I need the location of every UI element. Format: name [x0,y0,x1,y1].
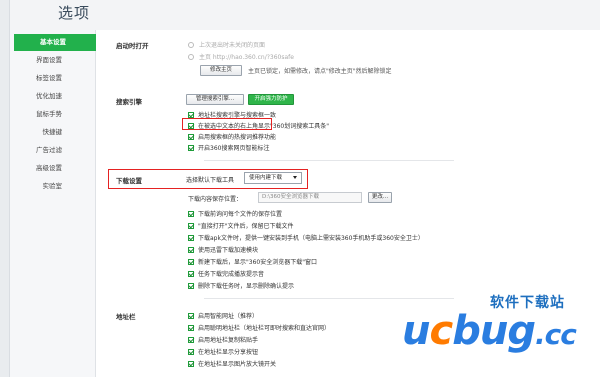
sidebar-item-shortcuts[interactable]: 快捷键 [10,124,96,141]
address-option-3-label: 启用地址栏复制粘贴手 [198,337,259,344]
checkbox-checked-icon [188,222,194,229]
search-option-3[interactable]: 启用搜索框的热搜词推荐功能 [188,132,276,141]
download-tool-value: 使用内建下载 [249,175,283,181]
checkbox-checked-icon [188,258,194,265]
radio-icon [188,53,194,60]
sidebar-item-speed[interactable]: 优化加速 [10,88,96,105]
address-option-1-label: 启用智能网址（推荐） [198,313,259,320]
download-option-6-label: 任务下载完成播放提示音 [198,271,265,278]
search-section-label: 搜索引擎 [116,98,142,106]
download-location-field[interactable]: D:\360安全浏览器下载 [258,192,362,203]
page-title: 选项 [58,4,91,22]
download-tool-label: 选择默认下载工具 [186,177,235,184]
section-divider [204,160,454,161]
radio-icon [188,41,194,48]
checkbox-checked-icon [188,111,194,118]
checkbox-checked-icon [188,210,194,217]
manage-search-engines-button[interactable]: 管理搜索引擎... [186,94,244,105]
address-option-3[interactable]: 启用地址栏复制粘贴手 [188,335,258,344]
sidebar-item-advanced[interactable]: 高级设置 [10,160,96,177]
checkbox-checked-icon [188,246,194,253]
search-option-3-label: 启用搜索框的热搜词推荐功能 [198,134,277,141]
checkbox-checked-icon [188,144,194,151]
sidebar-item-basic[interactable]: 基本设置 [14,34,96,51]
download-option-3-label: 下载apk文件时，提供一键安装到手机（电脑上需安装360手机助手或360安全卫士… [198,235,424,242]
watermark-logo: 软件下载站 ucbug.cc [402,292,592,370]
edit-homepage-button[interactable]: 修改主页 [200,65,242,76]
download-option-1[interactable]: 下载前询问每个文件的保存位置 [188,209,282,218]
download-option-2-label: "直接打开"文件后，保留已下载文件 [198,223,294,230]
address-option-2[interactable]: 启用聪明地址栏（地址栏可即时搜索和直达官网） [188,323,330,332]
download-option-1-label: 下载前询问每个文件的保存位置 [198,211,283,218]
download-option-5-label: 新建下载后，显示"360安全浏览器下载"窗口 [198,259,317,266]
address-option-4-label: 在地址栏显示分享按钮 [198,349,259,356]
download-option-3[interactable]: 下载apk文件时，提供一键安装到手机（电脑上需安装360手机助手或360安全卫士… [188,233,424,242]
sidebar-item-lab[interactable]: 实验室 [10,178,96,195]
checkbox-checked-icon [188,282,194,289]
startup-option-homepage[interactable]: 主页 http://hao.360.cn/?360safe [188,52,294,61]
address-option-5-label: 在地址栏显示图片放大镜开关 [198,361,277,368]
search-option-4[interactable]: 开启360搜索网页智能标注 [188,143,269,152]
checkbox-checked-icon [188,360,194,367]
download-location-label: 下载内容保存位置： [188,196,243,203]
download-tool-select[interactable]: 使用内建下载 [244,172,302,184]
download-option-4-label: 使用迅雷下载加速模块 [198,247,259,254]
sidebar-item-adblock[interactable]: 广告过滤 [10,142,96,159]
logo-letter-u: u [402,308,431,354]
enable-protection-button[interactable]: 开启强力防护 [248,94,294,105]
checkbox-checked-icon [188,312,194,319]
homepage-lock-note: 主页已锁定，如需修改，请点"修改主页"然后解除锁定 [248,68,392,75]
address-option-2-label: 启用聪明地址栏（地址栏可即时搜索和直达官网） [198,325,331,332]
address-section-label: 地址栏 [116,313,136,321]
logo-word-bug: bug [452,308,536,354]
highlight-box-search-option [182,118,272,130]
logo-tld: .cc [534,318,577,351]
sidebar-item-mouse-gesture[interactable]: 鼠标手势 [10,106,96,123]
sidebar-item-tabs[interactable]: 标签设置 [10,70,96,87]
startup-section-label: 启动时打开 [116,42,149,50]
chevron-down-icon [293,176,297,179]
sidebar-item-interface[interactable]: 界面设置 [10,52,96,69]
window-left-strip [0,0,10,377]
checkbox-checked-icon [188,348,194,355]
checkbox-checked-icon [188,336,194,343]
search-option-4-label: 开启360搜索网页智能标注 [198,145,270,152]
startup-option-home-label: 主页 http://hao.360.cn/?360safe [199,54,294,61]
checkbox-checked-icon [188,270,194,277]
address-option-4[interactable]: 在地址栏显示分享按钮 [188,347,258,356]
logo-letter-c: c [429,308,453,354]
checkbox-checked-icon [188,234,194,241]
sidebar: 基本设置 界面设置 标签设置 优化加速 鼠标手势 快捷键 广告过滤 高级设置 实… [10,30,96,377]
download-option-6[interactable]: 任务下载完成播放提示音 [188,269,264,278]
change-location-button[interactable]: 更改... [368,192,392,203]
startup-option-last-label: 上次退出时未关闭的页面 [199,42,266,49]
watermark-wordmark: ucbug.cc [402,308,577,354]
checkbox-checked-icon [188,324,194,331]
startup-option-last-session[interactable]: 上次退出时未关闭的页面 [188,40,265,49]
address-option-5[interactable]: 在地址栏显示图片放大镜开关 [188,359,276,368]
download-option-7[interactable]: 删除下载任务时，显示删除确认提示 [188,281,294,290]
checkbox-checked-icon [188,133,194,140]
download-option-7-label: 删除下载任务时，显示删除确认提示 [198,283,295,290]
download-option-2[interactable]: "直接打开"文件后，保留已下载文件 [188,221,294,230]
download-option-4[interactable]: 使用迅雷下载加速模块 [188,245,258,254]
address-option-1[interactable]: 启用智能网址（推荐） [188,311,258,320]
download-option-5[interactable]: 新建下载后，显示"360安全浏览器下载"窗口 [188,257,317,266]
